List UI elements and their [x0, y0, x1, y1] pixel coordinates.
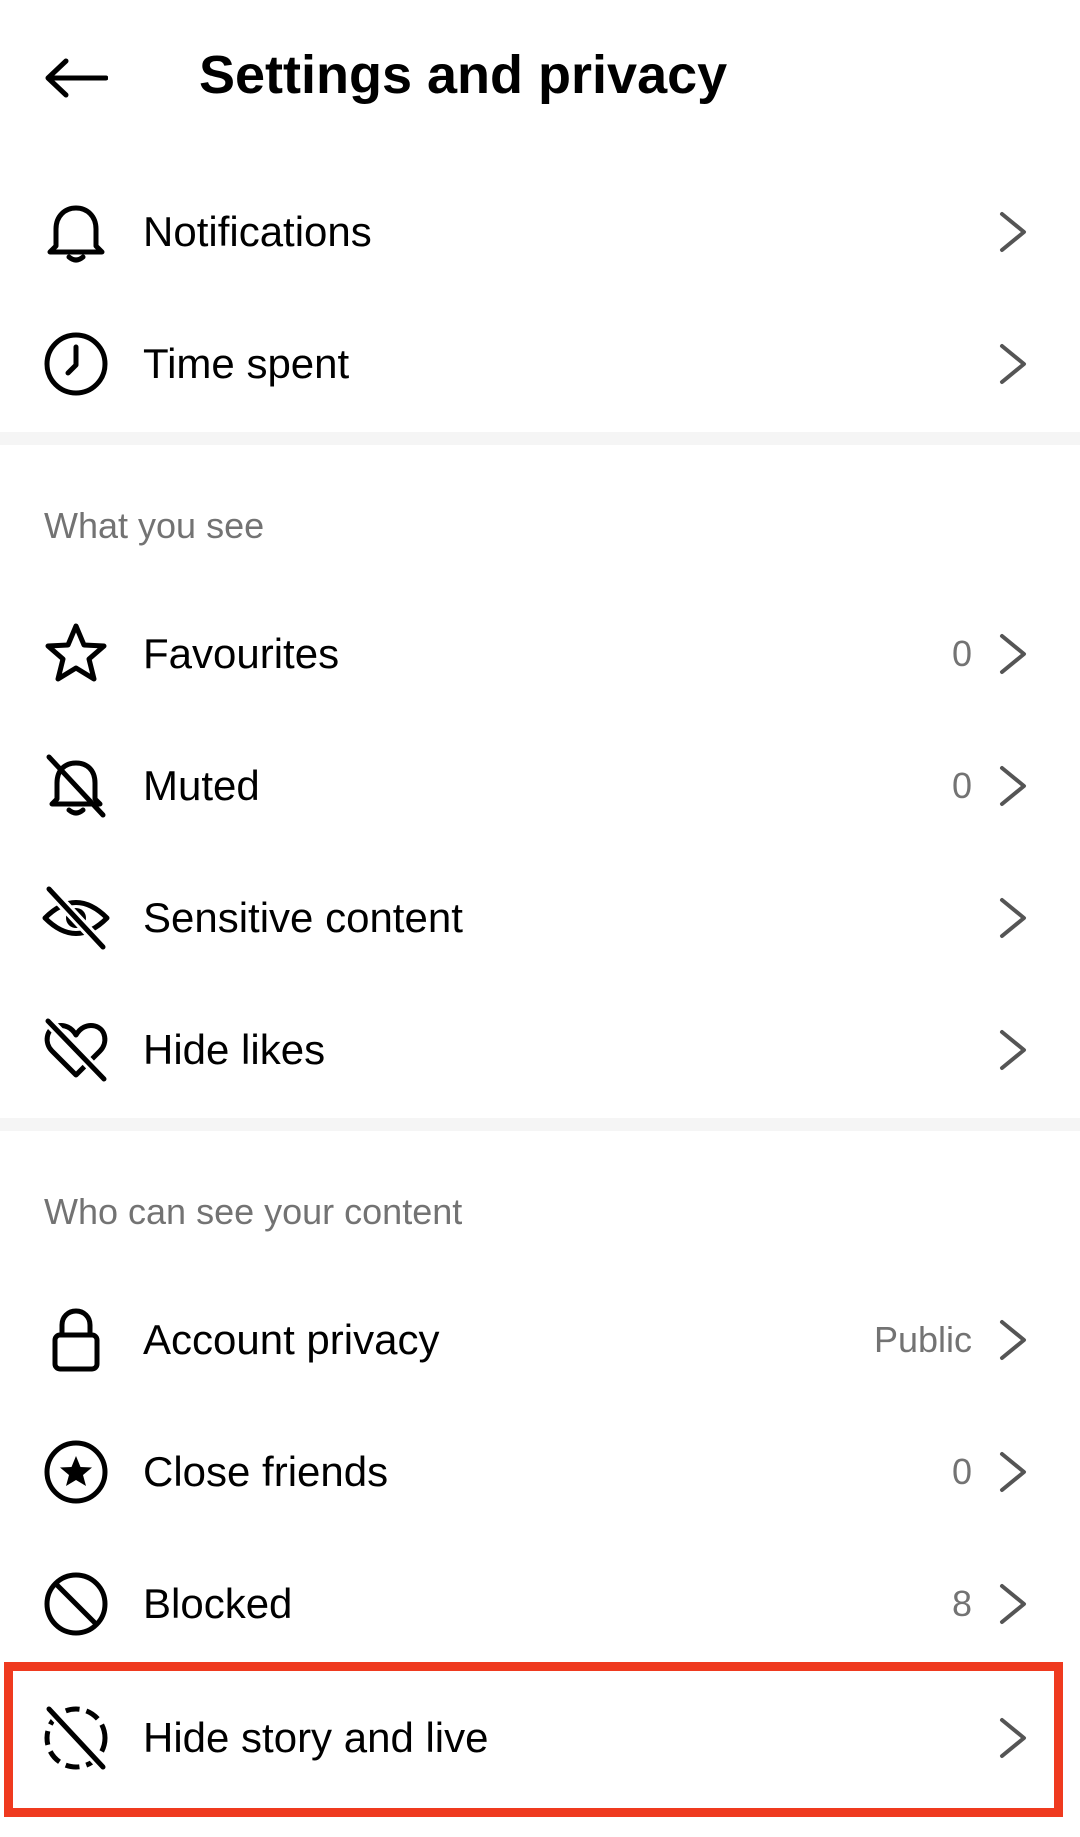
time-spent-row[interactable]: Time spent: [0, 298, 1080, 430]
section-divider: [0, 1118, 1080, 1131]
close-friends-count: 0: [951, 1451, 972, 1492]
chevron-right-icon: [1000, 1030, 1026, 1070]
account-privacy-row[interactable]: Account privacy Public: [0, 1274, 1080, 1406]
close-friends-label: Close friends: [143, 1448, 389, 1495]
heart-off-icon: [40, 1017, 112, 1083]
muted-row[interactable]: Muted 0: [0, 720, 1080, 852]
bell-icon: [40, 199, 112, 265]
hide-likes-row[interactable]: Hide likes: [0, 984, 1080, 1116]
star-circle-icon: [40, 1439, 112, 1505]
eye-off-icon: [40, 885, 112, 951]
blocked-icon: [40, 1571, 112, 1637]
header-bar: Settings and privacy: [0, 0, 1080, 155]
chevron-right-icon: [1000, 1452, 1026, 1492]
chevron-right-icon: [1000, 1718, 1026, 1758]
chevron-right-icon: [1000, 344, 1026, 384]
favourites-row[interactable]: Favourites 0: [0, 588, 1080, 720]
clock-icon: [40, 331, 112, 397]
sensitive-content-label: Sensitive content: [143, 894, 463, 941]
muted-count: 0: [951, 765, 972, 806]
hide-story-and-live-label: Hide story and live: [143, 1714, 489, 1761]
star-icon: [40, 621, 112, 687]
chevron-right-icon: [1000, 766, 1026, 806]
chevron-right-icon: [1000, 1584, 1026, 1624]
section-heading-what-you-see: What you see: [44, 505, 265, 546]
close-friends-row[interactable]: Close friends 0: [0, 1406, 1080, 1538]
section-divider: [0, 432, 1080, 445]
favourites-count: 0: [951, 633, 972, 674]
time-spent-label: Time spent: [143, 340, 350, 387]
muted-bell-icon: [40, 753, 112, 819]
favourites-label: Favourites: [143, 630, 340, 677]
blocked-label: Blocked: [143, 1580, 293, 1627]
lock-icon: [40, 1307, 112, 1373]
story-off-icon: [40, 1705, 112, 1771]
notifications-label: Notifications: [143, 208, 372, 255]
section-heading-who-can-see: Who can see your content: [44, 1191, 463, 1232]
account-privacy-label: Account privacy: [143, 1316, 440, 1363]
arrow-left-icon: [45, 58, 108, 98]
chevron-right-icon: [1000, 898, 1026, 938]
hide-likes-label: Hide likes: [143, 1026, 326, 1073]
page-title: Settings and privacy: [199, 45, 728, 105]
muted-label: Muted: [143, 762, 260, 809]
chevron-right-icon: [1000, 1320, 1026, 1360]
blocked-row[interactable]: Blocked 8: [0, 1538, 1080, 1670]
chevron-right-icon: [1000, 212, 1026, 252]
sensitive-content-row[interactable]: Sensitive content: [0, 852, 1080, 984]
blocked-count: 8: [951, 1583, 972, 1624]
chevron-right-icon: [1000, 634, 1026, 674]
back-button[interactable]: [36, 38, 116, 118]
hide-story-and-live-row[interactable]: Hide story and live: [0, 1672, 1080, 1804]
account-privacy-value: Public: [873, 1319, 972, 1360]
notifications-row[interactable]: Notifications: [0, 166, 1080, 298]
